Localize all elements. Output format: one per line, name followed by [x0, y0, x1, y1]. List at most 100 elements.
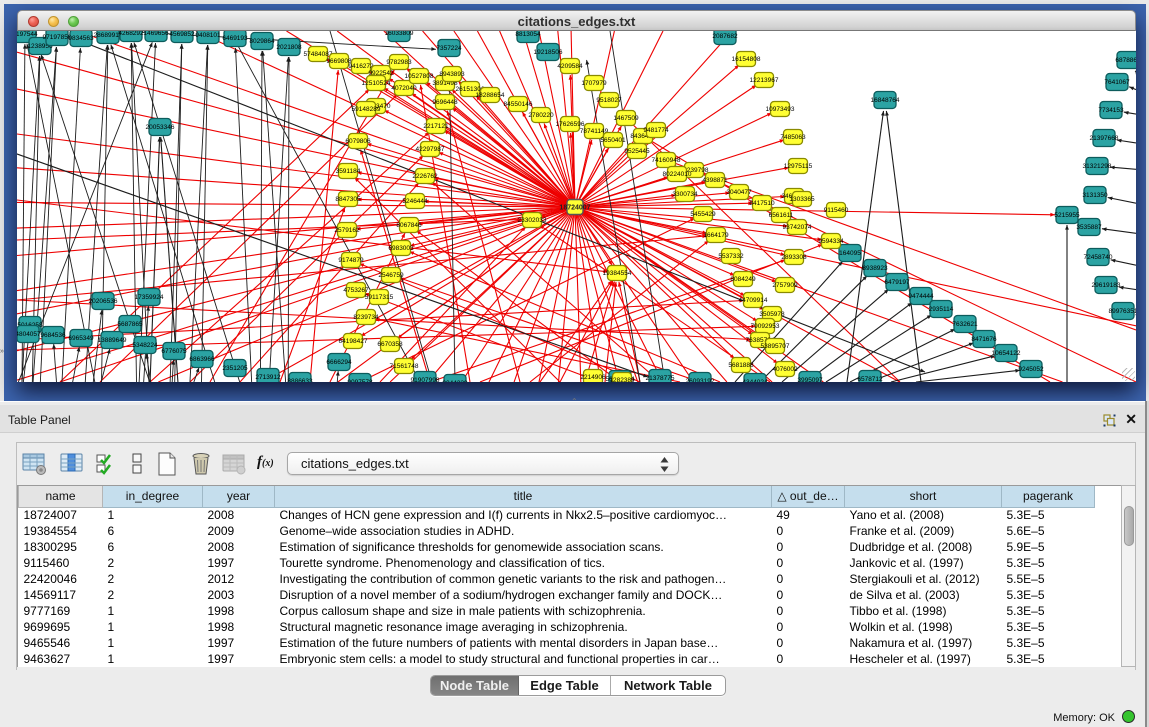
svg-text:2226762: 2226762 — [412, 173, 438, 180]
svg-text:8813054: 8813054 — [515, 31, 541, 38]
svg-text:3505978: 3505978 — [759, 311, 785, 318]
svg-text:72458740: 72458740 — [1084, 254, 1113, 261]
svg-text:3131350: 3131350 — [1082, 192, 1108, 199]
svg-text:5650401: 5650401 — [600, 137, 626, 144]
svg-text:9474444: 9474444 — [908, 293, 934, 300]
svg-text:4344024: 4344024 — [742, 379, 768, 382]
svg-text:16033809: 16033809 — [385, 31, 414, 37]
svg-text:5246444: 5246444 — [402, 198, 428, 205]
svg-text:6670358: 6670358 — [377, 341, 403, 348]
svg-text:1282389: 1282389 — [609, 377, 635, 382]
svg-text:57484087: 57484087 — [304, 51, 333, 58]
svg-text:42297987: 42297987 — [416, 146, 445, 153]
svg-text:9525445: 9525445 — [624, 148, 650, 155]
svg-text:17359924: 17359924 — [135, 294, 164, 301]
svg-text:8029864: 8029864 — [249, 38, 275, 45]
svg-text:6561611: 6561611 — [769, 212, 794, 219]
svg-text:20206536: 20206536 — [89, 298, 118, 305]
svg-text:79092953: 79092953 — [751, 323, 780, 330]
svg-text:4804057: 4804057 — [17, 331, 41, 338]
svg-text:9782983: 9782983 — [386, 59, 412, 66]
svg-text:93742074: 93742074 — [783, 224, 812, 231]
svg-text:9481774: 9481774 — [643, 127, 669, 134]
svg-text:2351205: 2351205 — [222, 365, 248, 372]
svg-text:2021808: 2021808 — [276, 44, 302, 51]
svg-text:5537332: 5537332 — [718, 253, 744, 260]
svg-text:9684536: 9684536 — [40, 332, 66, 339]
svg-text:2214906: 2214906 — [580, 374, 606, 381]
svg-text:3591184: 3591184 — [336, 168, 361, 175]
svg-text:6578712: 6578712 — [857, 376, 883, 382]
svg-text:21378775: 21378775 — [646, 375, 675, 382]
svg-text:8084249: 8084249 — [730, 276, 756, 283]
svg-text:7734153: 7734153 — [1098, 107, 1124, 114]
svg-text:2087682: 2087682 — [712, 33, 738, 40]
svg-text:19218506: 19218506 — [534, 49, 563, 56]
svg-text:6479197: 6479197 — [884, 279, 910, 286]
svg-text:16848764: 16848764 — [871, 97, 900, 104]
svg-text:8417510: 8417510 — [749, 200, 775, 207]
svg-text:1707979: 1707979 — [581, 80, 607, 87]
svg-text:17626596: 17626596 — [556, 121, 585, 128]
svg-text:84550146: 84550146 — [504, 101, 533, 108]
svg-text:9696448: 9696448 — [432, 99, 458, 106]
svg-text:12975115: 12975115 — [784, 163, 813, 170]
svg-text:21397668: 21397668 — [1090, 135, 1119, 142]
svg-text:7641067: 7641067 — [1104, 79, 1130, 86]
svg-text:1664179: 1664179 — [703, 232, 729, 239]
svg-text:3300734: 3300734 — [672, 191, 698, 198]
svg-text:164095: 164095 — [839, 250, 861, 257]
svg-text:44709914: 44709914 — [739, 297, 768, 304]
svg-text:2935114: 2935114 — [929, 306, 954, 313]
svg-text:1467509: 1467509 — [613, 115, 639, 122]
svg-text:6079806: 6079806 — [345, 138, 371, 145]
svg-text:5687865: 5687865 — [117, 321, 143, 328]
svg-text:3995097: 3995097 — [797, 377, 823, 382]
svg-text:59117315: 59117315 — [365, 294, 394, 301]
svg-text:8239734: 8239734 — [353, 314, 379, 321]
svg-text:2893308: 2893308 — [781, 254, 807, 261]
svg-text:2757909: 2757909 — [772, 282, 798, 289]
svg-text:7357224: 7357224 — [436, 45, 462, 52]
svg-text:23302033: 23302033 — [518, 217, 547, 224]
svg-text:6776075: 6776075 — [161, 348, 187, 355]
svg-text:4209584: 4209584 — [557, 63, 583, 70]
svg-text:8943893: 8943893 — [439, 71, 465, 78]
svg-text:2217121: 2217121 — [423, 123, 449, 130]
svg-text:18288654: 18288654 — [476, 92, 505, 99]
svg-text:2780220: 2780220 — [528, 112, 554, 119]
svg-text:20053346: 20053346 — [146, 124, 175, 131]
svg-text:9174879: 9174879 — [338, 257, 364, 264]
svg-text:9834563: 9834563 — [68, 35, 94, 42]
svg-text:9115460: 9115460 — [824, 207, 849, 214]
svg-text:4569852: 4569852 — [169, 31, 195, 38]
svg-text:9594334: 9594334 — [818, 238, 844, 245]
svg-text:53895707: 53895707 — [761, 343, 790, 350]
svg-text:8471676: 8471676 — [971, 336, 997, 343]
svg-text:4268292: 4268292 — [118, 31, 144, 37]
svg-text:26093192: 26093192 — [686, 378, 715, 382]
svg-text:1303365: 1303365 — [789, 196, 815, 203]
svg-text:5348224: 5348224 — [132, 342, 158, 349]
svg-text:3535887: 3535887 — [1076, 224, 1102, 231]
svg-text:6666294: 6666294 — [326, 359, 352, 366]
svg-text:74160948: 74160948 — [652, 157, 681, 164]
svg-text:9518027: 9518027 — [596, 97, 622, 104]
svg-text:6983003: 6983003 — [388, 245, 414, 252]
svg-text:64198427: 64198427 — [339, 338, 368, 345]
svg-text:9408101: 9408101 — [195, 32, 221, 39]
svg-text:31321298: 31321298 — [1083, 163, 1112, 170]
svg-text:2546759: 2546759 — [378, 272, 404, 279]
svg-text:6863966: 6863966 — [189, 356, 215, 363]
svg-text:9044229: 9044229 — [442, 380, 468, 382]
svg-text:8847305: 8847305 — [335, 196, 361, 203]
svg-text:10973493: 10973493 — [766, 106, 795, 113]
svg-text:16154808: 16154808 — [732, 56, 761, 63]
svg-text:18724007: 18724007 — [559, 204, 590, 211]
svg-text:9416272: 9416272 — [348, 63, 374, 70]
svg-text:6878862: 6878862 — [1115, 57, 1136, 64]
svg-text:29619183: 29619183 — [1092, 282, 1121, 289]
svg-text:59148289: 59148289 — [352, 106, 381, 113]
svg-text:1469656: 1469656 — [143, 31, 169, 37]
svg-text:8938923: 8938923 — [862, 265, 888, 272]
